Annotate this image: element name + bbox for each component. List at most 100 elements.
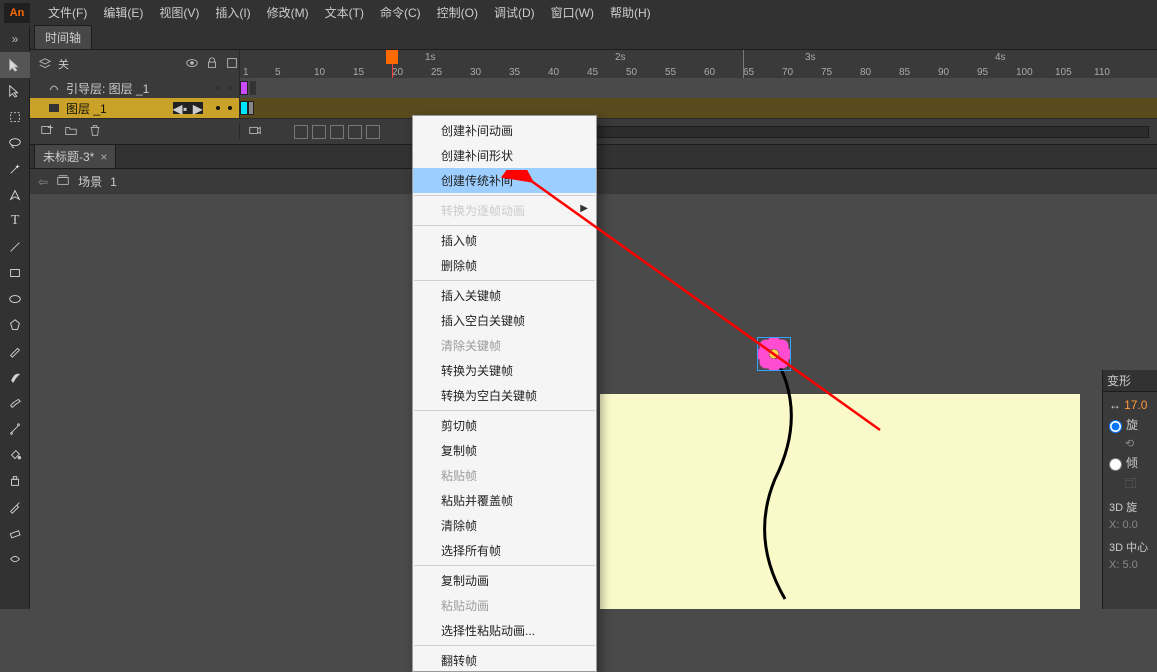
line-tool-icon[interactable]: [0, 234, 30, 260]
bone-tool-icon[interactable]: [0, 416, 30, 442]
menu-file[interactable]: 文件(F): [40, 0, 95, 26]
expand-tools-icon[interactable]: »: [0, 26, 30, 52]
lock-column-icon[interactable]: [205, 56, 219, 73]
ctx-create-motion-tween[interactable]: 创建补间动画: [413, 118, 596, 143]
ctx-copy-motion[interactable]: 复制动画: [413, 568, 596, 593]
selection-tool-icon[interactable]: [0, 52, 30, 78]
ctx-convert-to-keyframe[interactable]: 转换为关键帧: [413, 358, 596, 383]
layer-nav-buttons[interactable]: ◀▪▶: [173, 102, 203, 114]
ctx-create-shape-tween[interactable]: 创建补间形状: [413, 143, 596, 168]
ctx-insert-blank-keyframe[interactable]: 插入空白关键帧: [413, 308, 596, 333]
width-tool-icon[interactable]: [0, 546, 30, 572]
visibility-column-icon[interactable]: [185, 56, 199, 73]
step-back-icon[interactable]: [312, 125, 326, 139]
document-tab[interactable]: 未标题-3* ×: [34, 144, 116, 168]
ctx-reverse-frames[interactable]: 翻转帧: [413, 648, 596, 669]
menu-view[interactable]: 视图(V): [151, 0, 207, 26]
timeline-layers: 引导层: 图层 _1 图层 _1 ◀▪▶: [30, 78, 1157, 118]
rotate-angle-value: ⟲: [1109, 437, 1151, 450]
new-folder-icon[interactable]: [64, 123, 78, 140]
ctx-insert-keyframe[interactable]: 插入关键帧: [413, 283, 596, 308]
ctx-convert-to-blank-keyframe[interactable]: 转换为空白关键帧: [413, 383, 596, 408]
app-logo: An: [4, 3, 30, 23]
polystar-tool-icon[interactable]: [0, 312, 30, 338]
ink-bottle-tool-icon[interactable]: [0, 468, 30, 494]
playhead[interactable]: [392, 50, 393, 78]
new-layer-icon[interactable]: [40, 123, 54, 140]
pencil-tool-icon[interactable]: [0, 338, 30, 364]
menu-text[interactable]: 文本(T): [317, 0, 372, 26]
skew-radio[interactable]: [1109, 458, 1122, 471]
transform-panel-title[interactable]: 变形: [1103, 370, 1157, 392]
back-icon[interactable]: ⇦: [38, 175, 48, 189]
menu-edit[interactable]: 编辑(E): [95, 0, 151, 26]
scene-label: 场景: [78, 173, 102, 190]
timeline-ruler[interactable]: 1s 2s 3s 4s 1 5 10 15 20 25 30 35 40 45 …: [240, 50, 1157, 78]
paint-bucket-tool-icon[interactable]: [0, 442, 30, 468]
magic-wand-tool-icon[interactable]: [0, 156, 30, 182]
layer-name: 图层 _1: [66, 100, 107, 117]
ctx-remove-frame[interactable]: 删除帧: [413, 253, 596, 278]
scene-number: 1: [110, 175, 117, 189]
layer-row-guide[interactable]: 引导层: 图层 _1: [30, 78, 1157, 98]
layer-track[interactable]: [240, 78, 1157, 98]
menu-command[interactable]: 命令(C): [372, 0, 429, 26]
layer-icon: [48, 102, 60, 114]
ctx-paste-overwrite-frames[interactable]: 粘贴并覆盖帧: [413, 488, 596, 513]
3d-center-x: X: 5.0: [1109, 559, 1151, 571]
ctx-convert-frame-by-frame[interactable]: 转换为逐帧动画▶: [413, 198, 596, 223]
step-fwd-icon[interactable]: [348, 125, 362, 139]
rectangle-tool-icon[interactable]: [0, 260, 30, 286]
close-tab-icon[interactable]: ×: [100, 150, 107, 164]
submenu-arrow-icon: ▶: [580, 203, 588, 214]
guide-layer-icon: [48, 82, 60, 94]
transform-width-value[interactable]: 17.0: [1124, 398, 1147, 412]
motion-guide-path: [750, 329, 870, 609]
subselection-tool-icon[interactable]: [0, 78, 30, 104]
menu-debug[interactable]: 调试(D): [486, 0, 543, 26]
context-menu: 创建补间动画 创建补间形状 创建传统补间 转换为逐帧动画▶ 插入帧 删除帧 插入…: [412, 115, 597, 672]
brush-tool-icon[interactable]: [0, 364, 30, 390]
menu-window[interactable]: 窗口(W): [543, 0, 602, 26]
ctx-insert-frame[interactable]: 插入帧: [413, 228, 596, 253]
ctx-paste-motion[interactable]: 粘贴动画: [413, 593, 596, 618]
menu-insert[interactable]: 插入(I): [207, 0, 258, 26]
section-3d-center: 3D 中心: [1109, 539, 1151, 555]
timeline-close-label: 关: [58, 56, 69, 72]
paint-brush-tool-icon[interactable]: [0, 390, 30, 416]
layer-track[interactable]: [240, 98, 1157, 118]
go-first-icon[interactable]: [294, 125, 308, 139]
lasso-tool-icon[interactable]: [0, 130, 30, 156]
timeline-scrollbar[interactable]: [520, 126, 1149, 138]
ctx-cut-frames[interactable]: 剪切帧: [413, 413, 596, 438]
camera-icon[interactable]: [248, 123, 262, 140]
transform-panel: 变形 ↔ 17.0 旋 ⟲ 倾 ⿹ 3D 旋 X: 0.0 3D 中心 X: 5…: [1102, 370, 1157, 609]
menu-help[interactable]: 帮助(H): [602, 0, 659, 26]
tab-timeline[interactable]: 时间轴: [34, 25, 92, 49]
ctx-clear-keyframe[interactable]: 清除关键帧: [413, 333, 596, 358]
ctx-copy-frames[interactable]: 复制帧: [413, 438, 596, 463]
free-transform-tool-icon[interactable]: [0, 104, 30, 130]
text-tool-icon[interactable]: T: [0, 208, 30, 234]
menu-modify[interactable]: 修改(M): [259, 0, 317, 26]
eyedropper-tool-icon[interactable]: [0, 494, 30, 520]
ruler-frames: 1 5 10 15 20 25 30 35 40 45 50 55 60 65 …: [240, 60, 1157, 78]
skew-value: ⿹: [1109, 475, 1151, 491]
flower-symbol[interactable]: [757, 337, 791, 371]
oval-tool-icon[interactable]: [0, 286, 30, 312]
scene-clapper-icon[interactable]: [56, 173, 70, 190]
delete-layer-icon[interactable]: [88, 123, 102, 140]
ctx-clear-frames[interactable]: 清除帧: [413, 513, 596, 538]
ctx-paste-motion-special[interactable]: 选择性粘贴动画...: [413, 618, 596, 643]
pen-tool-icon[interactable]: [0, 182, 30, 208]
eraser-tool-icon[interactable]: [0, 520, 30, 546]
ctx-select-all-frames[interactable]: 选择所有帧: [413, 538, 596, 563]
play-icon[interactable]: [330, 125, 344, 139]
outline-column-icon[interactable]: [225, 56, 239, 73]
ctx-create-classic-tween[interactable]: 创建传统补间: [413, 168, 596, 193]
layer-name: 引导层: 图层 _1: [66, 80, 149, 97]
ctx-paste-frames[interactable]: 粘贴帧: [413, 463, 596, 488]
menu-control[interactable]: 控制(O): [429, 0, 486, 26]
go-last-icon[interactable]: [366, 125, 380, 139]
rotate-radio[interactable]: [1109, 420, 1122, 433]
